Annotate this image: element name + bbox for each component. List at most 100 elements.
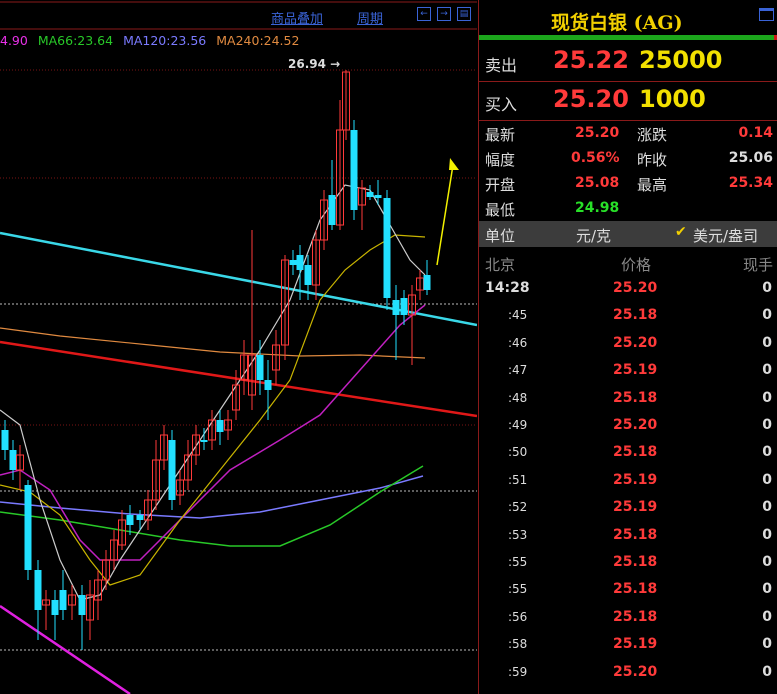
buy-price: 25.20 (553, 85, 629, 113)
overlay-commodity-link[interactable]: 商品叠加 (271, 8, 323, 27)
tick-row: :46 25.20 0 (479, 334, 777, 361)
tick-time: :50 (508, 445, 528, 460)
ticks-header-price: 价格 (621, 256, 652, 274)
chart-toolbar: 商品叠加 周期 ← → ▤ (0, 0, 477, 30)
candle-body (59, 590, 67, 610)
candle-body (289, 260, 297, 265)
tick-row: :47 25.19 0 (479, 361, 777, 388)
divider (479, 120, 777, 121)
tick-price: 25.18 (613, 307, 658, 324)
change-value: 0.14 (738, 125, 773, 141)
ma240-value: MA240:24.52 (216, 33, 300, 48)
tick-time: :48 (508, 390, 528, 405)
range-value: 0.56% (571, 150, 620, 166)
unit-bar: 单位 元/克 ✔ 美元/盎司 (479, 221, 777, 247)
candle-body (296, 255, 304, 270)
annotation-arrow-shaft (436, 164, 454, 266)
checkmark-icon: ✔ (675, 224, 687, 240)
candle-body (256, 355, 264, 380)
tick-row: 14:28 25.20 0 (479, 279, 777, 306)
tick-price: 25.20 (613, 663, 658, 680)
peak-price-label: 26.94 → (288, 57, 341, 71)
tick-qty: 0 (762, 526, 772, 543)
ticks-header-qty: 现手 (742, 256, 773, 274)
tick-row: :55 25.18 0 (479, 580, 777, 607)
period-link[interactable]: 周期 (357, 8, 383, 27)
kline-chart-area[interactable]: 商品叠加 周期 ← → ▤ 4.90 MA66:23.64 MA120:23.5… (0, 0, 477, 694)
candle-body (1, 430, 9, 450)
range-label: 幅度 (485, 151, 516, 169)
sell-row: 卖出 25.22 25000 (479, 44, 777, 80)
tick-price: 25.18 (613, 554, 658, 570)
tick-time: :58 (508, 637, 528, 652)
tick-price: 25.20 (613, 417, 658, 433)
kline-chart[interactable] (0, 0, 477, 694)
sell-price: 25.22 (553, 46, 629, 74)
tick-qty: 0 (762, 608, 772, 625)
tick-row: :59 25.20 0 (479, 663, 777, 690)
candle-body (328, 195, 336, 225)
ma-legend: 4.90 MA66:23.64 MA120:23.56 MA240:24.52 (0, 33, 305, 48)
buy-volume: 1000 (639, 85, 706, 113)
divider (479, 81, 777, 82)
candle-body (34, 570, 42, 610)
ticks-header-location: 北京 (485, 256, 516, 274)
tick-qty: 0 (762, 389, 772, 406)
candle-body (9, 450, 17, 470)
next-arrow-icon[interactable]: → (437, 7, 451, 21)
tick-row: :52 25.19 0 (479, 498, 777, 525)
candle-body (136, 515, 144, 520)
tick-price: 25.19 (613, 636, 658, 653)
tick-qty: 0 (762, 471, 772, 488)
tick-price: 25.19 (613, 499, 658, 516)
high-label: 最高 (637, 176, 668, 194)
tick-qty: 0 (762, 334, 772, 351)
candle-body (51, 600, 59, 615)
candle-body (168, 440, 176, 500)
tick-time: :55 (508, 582, 528, 597)
tick-price: 25.18 (613, 389, 658, 406)
ma66-curve (0, 465, 424, 547)
ma66-value: MA66:23.64 (37, 33, 114, 48)
ma120-value: MA120:23.56 (123, 33, 207, 48)
tick-time: :47 (508, 363, 528, 378)
tick-row: :48 25.18 0 (479, 389, 777, 416)
candle-body (400, 298, 408, 315)
candle-body (264, 380, 272, 390)
latest-value: 25.20 (575, 125, 620, 141)
tick-time: :53 (508, 527, 528, 542)
sell-volume: 25000 (639, 46, 723, 74)
candle-body (423, 275, 431, 290)
layout-icon[interactable]: ▤ (457, 7, 471, 21)
tick-price: 25.18 (613, 526, 658, 543)
high-value: 25.34 (728, 175, 773, 191)
tick-qty: 0 (762, 280, 772, 296)
low-value: 24.98 (575, 200, 620, 216)
tick-time: :51 (508, 472, 528, 487)
tick-time: 14:28 (485, 280, 530, 296)
tick-time: :49 (508, 418, 528, 432)
candle-body (24, 485, 32, 570)
prev-arrow-icon[interactable]: ← (417, 7, 431, 21)
tick-price: 25.18 (613, 608, 658, 625)
tick-row: :58 25.19 0 (479, 635, 777, 662)
tick-price: 25.19 (613, 362, 658, 379)
tick-row: :53 25.18 0 (479, 526, 777, 553)
change-label: 涨跌 (637, 126, 668, 144)
unit-usd-option[interactable]: 美元/盎司 (693, 225, 758, 246)
open-value: 25.08 (575, 175, 620, 191)
tick-qty: 0 (762, 307, 772, 324)
candle-body (216, 420, 224, 432)
sell-label: 卖出 (485, 56, 518, 75)
tick-row: :45 25.18 0 (479, 306, 777, 333)
tick-qty: 0 (762, 499, 772, 516)
ma-first-value: 4.90 (0, 33, 28, 48)
tick-price: 25.19 (613, 471, 658, 488)
buy-sell-ratio-bar (479, 35, 774, 40)
tick-qty: 0 (762, 417, 772, 433)
candle-body (304, 265, 312, 285)
tick-time: :55 (508, 555, 528, 569)
tick-row: :55 25.18 0 (479, 553, 777, 580)
maximize-icon[interactable] (759, 8, 774, 21)
buy-row: 买入 25.20 1000 (479, 83, 777, 119)
